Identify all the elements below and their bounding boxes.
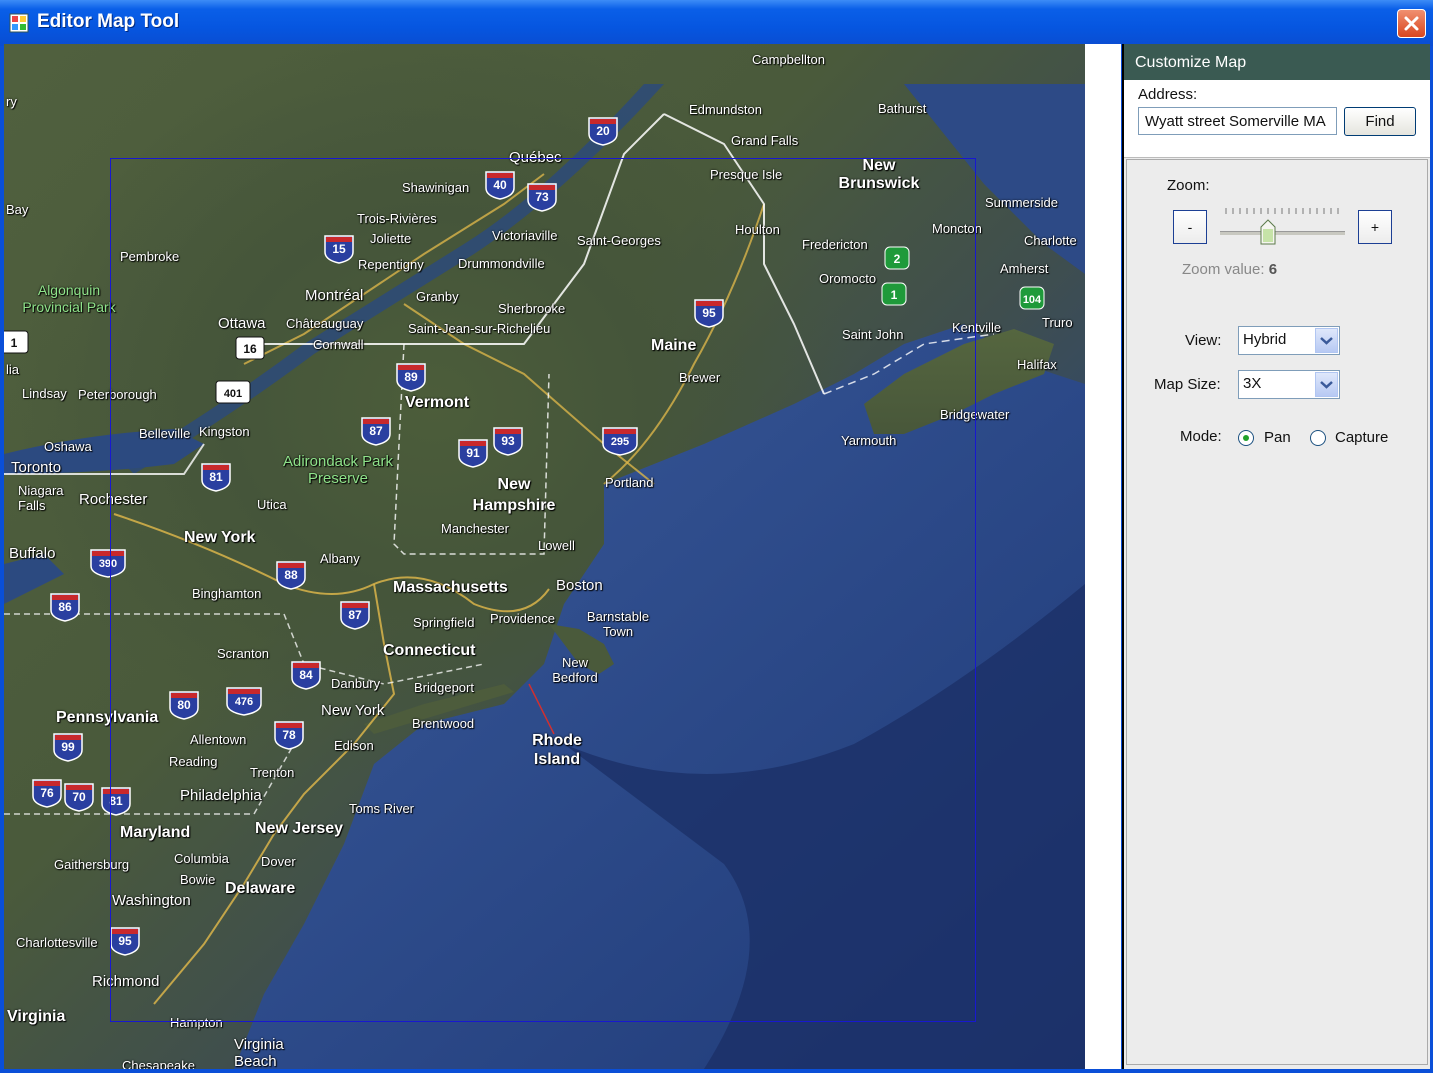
capture-area-rectangle[interactable] xyxy=(110,158,976,1022)
zoom-slider-thumb[interactable] xyxy=(1260,219,1276,245)
map-label-bay: Bay xyxy=(6,202,29,217)
view-select-value: Hybrid xyxy=(1243,331,1287,348)
map-label-chesapeake: Chesapeake xyxy=(122,1058,195,1069)
app-window-icon xyxy=(9,13,29,33)
mode-capture-radio[interactable] xyxy=(1310,430,1326,446)
radio-selected-dot xyxy=(1243,435,1249,441)
mode-label: Mode: xyxy=(1180,428,1222,445)
zoom-slider-ticks xyxy=(1225,208,1339,214)
map-view[interactable]: Campbellton Edmundston Bathurst Grand Fa… xyxy=(4,44,1085,1069)
map-label-truro: Truro xyxy=(1042,315,1073,330)
panel-title: Customize Map xyxy=(1135,54,1247,71)
mode-pan-label[interactable]: Pan xyxy=(1264,429,1291,446)
map-label-campbellton: Campbellton xyxy=(752,52,825,67)
map-label-amherst: Amherst xyxy=(1000,261,1049,276)
map-label-grand-falls: Grand Falls xyxy=(731,133,799,148)
close-button[interactable] xyxy=(1397,9,1426,38)
map-label-buffalo: Buffalo xyxy=(9,545,56,562)
map-label-halifax: Halifax xyxy=(1017,357,1057,372)
map-label-algonquin: Algonquin Provincial Park xyxy=(22,282,116,315)
view-select[interactable]: Hybrid xyxy=(1238,326,1340,355)
zoom-label: Zoom: xyxy=(1167,177,1210,194)
map-label-lia: lia xyxy=(6,362,20,377)
address-label: Address: xyxy=(1138,86,1198,103)
map-label-lindsay: Lindsay xyxy=(22,386,67,401)
zoom-value-display: Zoom value: 6 xyxy=(1182,261,1277,278)
zoom-value-number: 6 xyxy=(1268,261,1278,278)
map-label-charlottesville: Charlottesville xyxy=(16,935,98,950)
map-size-select[interactable]: 3X xyxy=(1238,370,1340,399)
zoom-in-button[interactable]: + xyxy=(1358,210,1392,244)
map-label-edmundston: Edmundston xyxy=(689,102,762,117)
map-size-label: Map Size: xyxy=(1154,376,1221,393)
address-input[interactable] xyxy=(1138,107,1337,135)
map-label-toronto: Toronto xyxy=(11,459,62,476)
editor-map-tool-window: Editor Map Tool Campbellton Edmundston B… xyxy=(0,0,1433,1073)
options-group xyxy=(1126,159,1428,1065)
map-label-ry: ry xyxy=(6,94,17,109)
mode-pan-radio[interactable] xyxy=(1238,430,1254,446)
zoom-value-label: Zoom value: xyxy=(1182,261,1265,278)
map-label-virginia: Virginia xyxy=(7,1008,66,1025)
map-label-niagara: Niagara Falls xyxy=(18,483,64,513)
panel-header: Customize Map xyxy=(1124,44,1430,80)
map-label-summerside: Summerside xyxy=(985,195,1058,210)
map-margin xyxy=(1085,44,1121,1069)
title-bar[interactable]: Editor Map Tool xyxy=(0,0,1433,46)
map-label-virginia-beach: Virginia Beach xyxy=(234,1036,284,1069)
map-label-bathurst: Bathurst xyxy=(878,101,927,116)
map-size-chevron-down-icon[interactable] xyxy=(1315,372,1338,397)
window-title: Editor Map Tool xyxy=(37,11,180,32)
view-chevron-down-icon[interactable] xyxy=(1315,328,1338,353)
close-icon xyxy=(1404,16,1419,31)
map-size-select-value: 3X xyxy=(1243,375,1262,392)
mode-capture-label[interactable]: Capture xyxy=(1335,429,1388,446)
customize-map-panel: Customize Map Address: Find Zoom: - + Zo… xyxy=(1122,44,1430,1069)
map-label-oshawa: Oshawa xyxy=(44,439,92,454)
zoom-out-button[interactable]: - xyxy=(1173,210,1207,244)
find-button[interactable]: Find xyxy=(1344,107,1416,136)
map-label-charlotte: Charlotte xyxy=(1024,233,1077,248)
zoom-slider-track[interactable] xyxy=(1220,231,1345,235)
view-label: View: xyxy=(1185,332,1222,349)
